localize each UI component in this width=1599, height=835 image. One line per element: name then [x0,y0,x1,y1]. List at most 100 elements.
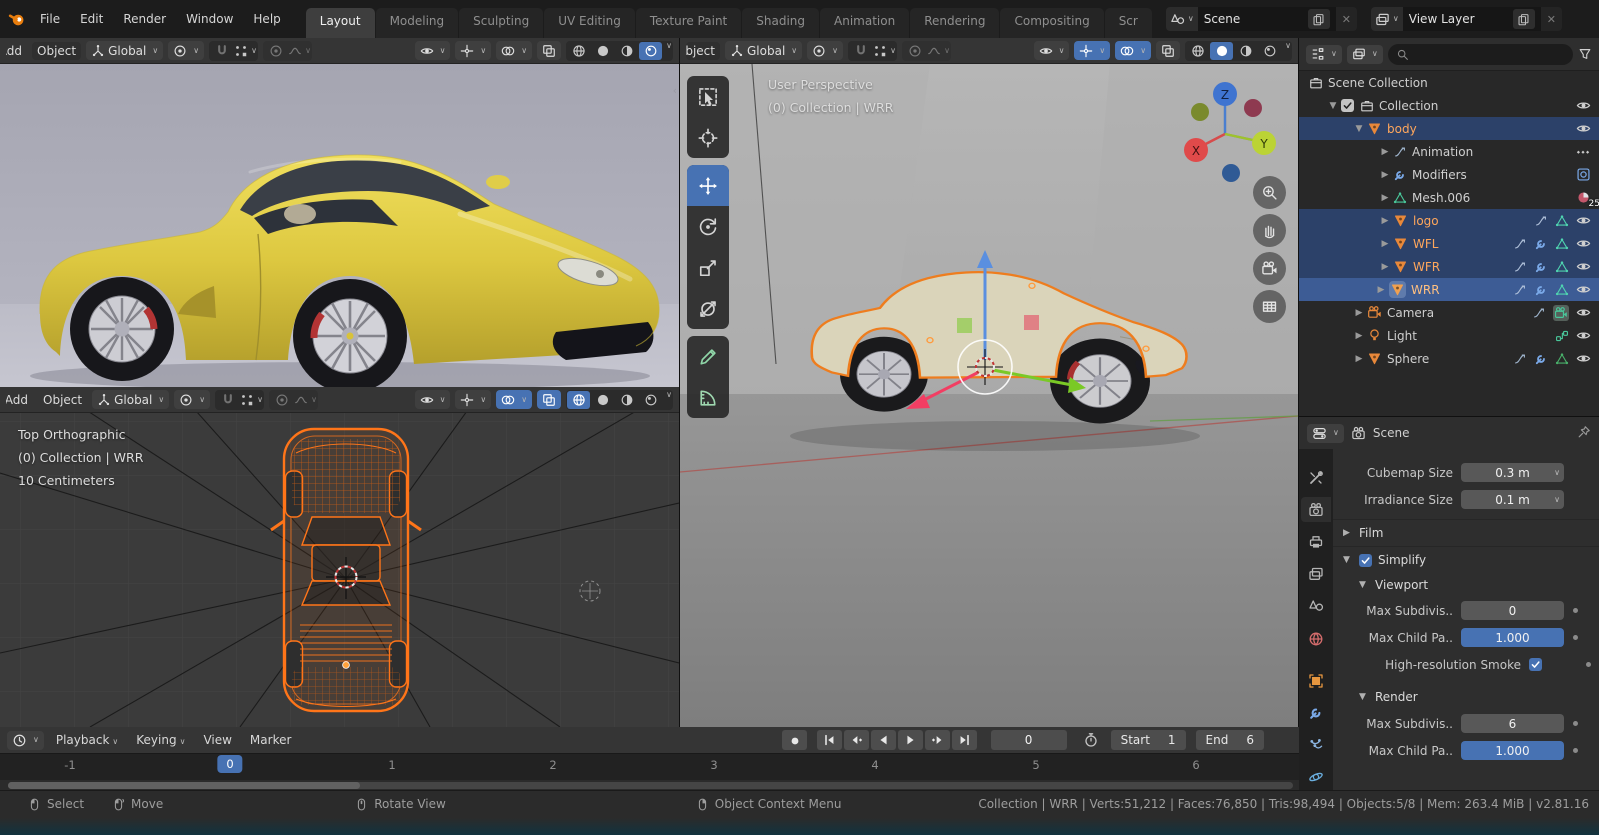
render-max-subdiv-field[interactable]: 6 [1461,714,1564,733]
proportional-editing-toggle[interactable] [903,42,926,60]
simplify-panel-header[interactable]: ▼ Simplify [1333,547,1599,573]
snap-toggle[interactable] [216,391,239,409]
pivot-point-dropdown[interactable]: ∨ [807,41,843,60]
shading-material-icon[interactable] [615,42,638,60]
gizmos-dropdown[interactable]: ∨ [455,390,492,409]
tab-layout[interactable]: Layout [305,8,375,38]
smoke-checkbox[interactable] [1529,658,1542,671]
overlays-dropdown[interactable]: ∨ [1115,41,1152,60]
disclosure-icon[interactable]: ▶ [1351,354,1367,364]
outliner-row-body[interactable]: ▼ body [1299,117,1599,140]
outliner-row-modifiers[interactable]: ▶ Modifiers [1299,163,1599,186]
outliner-row-camera[interactable]: ▶ Camera [1299,301,1599,324]
render-max-child-field[interactable]: 1.000 [1461,741,1564,760]
tab-shading[interactable]: Shading [742,8,819,38]
render-subpanel-header[interactable]: ▼ Render [1333,684,1599,710]
scale-tool[interactable] [687,247,729,288]
disclosure-icon[interactable]: ▶ [1351,308,1367,318]
outliner-row-collection[interactable]: ▼ Collection [1299,94,1599,117]
frame-end-field[interactable]: End 6 [1195,730,1264,750]
snap-toggle[interactable] [210,42,233,60]
tab-scripting[interactable]: Scr [1104,8,1152,38]
disclosure-icon[interactable]: ▶ [1377,262,1393,272]
move-tool[interactable] [687,165,729,206]
scene-icon[interactable]: ∨ [1165,7,1198,31]
rendered-view-canvas[interactable]: ‹ [0,64,679,387]
disclosure-icon[interactable]: ▶ [1351,331,1367,341]
jump-to-end-button[interactable] [951,730,977,750]
proportional-editing-toggle[interactable] [270,391,293,409]
shading-material-icon[interactable] [615,391,638,409]
tab-world[interactable] [1301,626,1331,651]
shading-wireframe-icon[interactable] [1186,42,1209,60]
menu-object[interactable]: Object [38,391,87,409]
menu-object[interactable]: Object [32,41,82,60]
outliner-row-scene-collection[interactable]: Scene Collection [1299,71,1599,94]
proportional-editing-toggle[interactable] [264,42,287,60]
viewport-subpanel-header[interactable]: ▼ Viewport [1333,573,1599,597]
editor-type-dropdown[interactable]: ∨ [1307,423,1344,443]
proportional-falloff-dropdown[interactable]: ∨ [927,42,950,60]
viewport-max-subdiv-field[interactable]: 0 [1461,601,1564,620]
tab-view-layer[interactable] [1301,562,1331,587]
eye-icon[interactable] [1576,213,1591,228]
disclosure-icon[interactable]: ▼ [1325,101,1341,111]
select-box-tool[interactable] [687,76,729,117]
animate-dot[interactable] [1573,608,1578,613]
eye-icon[interactable] [1576,351,1591,366]
new-view-layer-button[interactable] [1512,9,1535,29]
region-collapse-chevron[interactable]: ‹ [673,84,677,97]
tab-compositing[interactable]: Compositing [1000,8,1104,38]
pin-icon[interactable] [1577,425,1591,439]
animate-dot[interactable] [1573,721,1578,726]
tab-output[interactable] [1301,529,1331,554]
tab-object[interactable] [1301,668,1331,693]
view-layer-name-field[interactable]: View Layer [1402,7,1541,31]
timeline-scrollbar[interactable] [0,780,1299,790]
pivot-point-dropdown[interactable]: ∨ [174,390,211,409]
outliner-row-wfl[interactable]: ▶ WFL [1299,232,1599,255]
animate-dot[interactable] [1573,748,1578,753]
next-keyframe-button[interactable] [924,730,950,750]
viewport-top-ortho[interactable]: Add Object Global ∨ ∨ ∨ ∨ ∨ ∨ ∨ ∨ Top Or… [0,387,679,727]
viewport-rendered[interactable]: Add Object Global∨ ∨ ∨ ∨ ∨ ∨ ∨ ∨ [0,38,679,387]
rotate-tool[interactable] [687,206,729,247]
filter-icon[interactable] [1578,47,1592,61]
scene-name-field[interactable]: Scene [1197,7,1336,31]
timeline-ruler[interactable]: -1 0 1 2 3 4 5 6 [0,753,1299,780]
shading-solid-icon[interactable] [1210,41,1234,60]
ortho-view-canvas[interactable]: Top Orthographic (0) Collection | WRR 10… [0,392,679,727]
persp-view-canvas[interactable]: User Perspective (0) Collection | WRR Z … [680,63,1298,727]
tab-uv-editing[interactable]: UV Editing [544,8,635,38]
pivot-point-dropdown[interactable]: ∨ [168,41,205,60]
play-button[interactable] [897,730,923,750]
outliner-row-wrr-active[interactable]: ▶ WRR [1299,278,1599,301]
eye-icon[interactable] [1576,98,1591,113]
eye-icon[interactable] [1576,121,1591,136]
film-panel-header[interactable]: ▶ Film [1333,520,1599,546]
tab-modeling[interactable]: Modeling [375,8,459,38]
view-layer-icon[interactable]: ∨ [1370,7,1403,31]
jump-to-start-button[interactable] [816,730,842,750]
shading-rendered-icon[interactable] [639,41,663,60]
menu-add[interactable]: Add [6,42,27,60]
tab-physics[interactable] [1301,765,1331,790]
transform-orientation-dropdown[interactable]: Global ∨ [92,390,170,409]
tab-modifiers[interactable] [1301,700,1331,725]
viewport-perspective[interactable]: Object Global∨ ∨ ∨ ∨ ∨ ∨ ∨ ∨ [680,38,1298,727]
gizmos-dropdown[interactable]: ∨ [455,41,492,60]
shading-solid-icon[interactable] [591,42,614,60]
outliner-display-mode-dropdown[interactable]: ∨ [1306,44,1342,64]
disclosure-icon[interactable]: ▶ [1377,216,1393,226]
shading-material-icon[interactable] [1234,42,1257,60]
overlays-dropdown[interactable]: ∨ [496,390,533,409]
zoom-button[interactable] [1253,176,1286,209]
tab-sculpting[interactable]: Sculpting [459,8,544,38]
tab-render[interactable] [1301,497,1331,523]
menu-file[interactable]: File [31,9,69,29]
simplify-checkbox[interactable] [1359,553,1372,567]
navigation-axis-gizmo[interactable]: Z X Y [1170,72,1280,182]
disclosure-icon[interactable]: ▶ [1377,239,1393,249]
shading-solid-icon[interactable] [591,391,614,409]
eye-icon[interactable] [1576,282,1591,297]
